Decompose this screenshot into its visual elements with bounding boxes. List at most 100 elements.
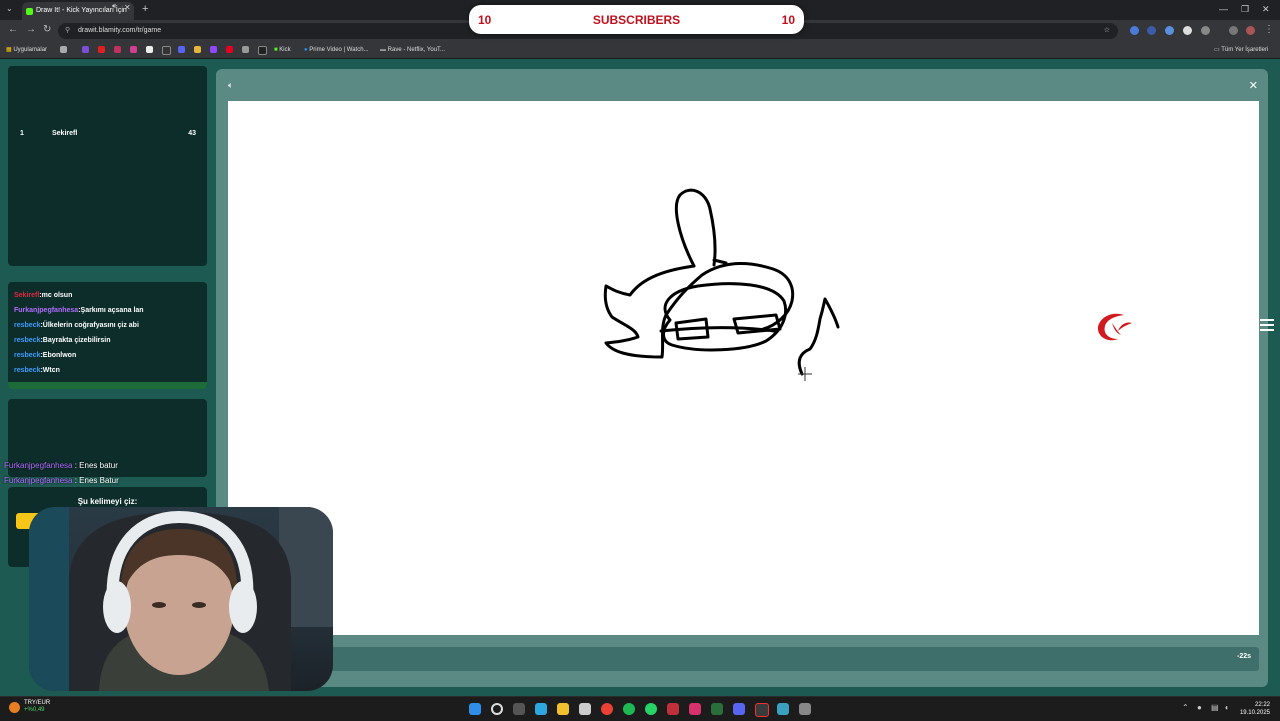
chat-text: :mc olsun — [39, 292, 73, 299]
minimize-icon[interactable]: — — [1219, 4, 1228, 14]
word-prompt: Şu kelimeyi çiz: — [77, 497, 138, 506]
start-icon[interactable] — [469, 703, 481, 715]
bookmark-icon[interactable] — [242, 46, 249, 53]
x-icon[interactable] — [146, 46, 153, 53]
tab-search-icon[interactable]: ⌄ — [6, 4, 13, 13]
youtube-icon[interactable] — [98, 46, 105, 53]
site-info-icon[interactable]: ⚲ — [65, 23, 70, 39]
weather-icon[interactable] — [9, 702, 20, 713]
instagram-icon[interactable] — [689, 703, 701, 715]
twitch-icon[interactable] — [210, 46, 217, 53]
menu-kebab-icon[interactable]: ⋮ — [1264, 24, 1274, 35]
file-explorer-icon[interactable] — [557, 703, 569, 715]
chat-text: : Enes Batur — [72, 476, 119, 485]
microphone-icon[interactable]: ● — [1197, 703, 1202, 712]
chat-input-bar[interactable] — [8, 382, 207, 389]
subscriber-count-right: 10 — [781, 13, 795, 27]
chat-username[interactable]: resbeck — [14, 322, 40, 329]
sidebar-icon[interactable] — [1229, 26, 1238, 35]
extension-icon[interactable] — [1130, 26, 1139, 35]
grid-icon[interactable] — [60, 46, 67, 53]
tiktok-icon[interactable] — [162, 46, 171, 55]
stream-chat-line: Furkanjpegfanhesa : Enes batur — [4, 461, 118, 470]
chat-text: :Ülkelerin coğrafyasını çiz abi — [40, 322, 139, 329]
discord-icon[interactable] — [733, 703, 745, 715]
extension-icon[interactable] — [1165, 26, 1174, 35]
app-icon[interactable] — [667, 703, 679, 715]
extensions-puzzle-icon[interactable] — [1201, 26, 1210, 35]
player-name: Sekirefl — [52, 130, 78, 137]
clock-time: 22:22 — [1254, 702, 1270, 708]
chat-message: resbeck:Ebonlwon — [14, 352, 76, 359]
bookmarks-bar: ▦ Uygulamalar ■ Kick ● Prime Video | Wat… — [0, 42, 1280, 59]
bookmark-icon[interactable] — [82, 46, 89, 53]
bookmark-kick[interactable]: ■ Kick — [274, 42, 291, 58]
bookmark-label: Uygulamalar — [13, 47, 48, 53]
whatsapp-icon[interactable] — [645, 703, 657, 715]
spotify-icon[interactable] — [623, 703, 635, 715]
chrome-icon[interactable] — [601, 703, 613, 715]
chat-username[interactable]: resbeck — [14, 337, 40, 344]
chat-text: :Bayrakta çizebilirsin — [40, 337, 111, 344]
bookmark-icon[interactable] — [114, 46, 121, 53]
tab-close-icon[interactable]: ✕ — [124, 3, 131, 12]
close-icon[interactable]: ✕ — [1249, 79, 1258, 92]
app-icon[interactable] — [755, 703, 769, 717]
settings-gear-icon[interactable] — [799, 703, 811, 715]
bookmark-rave[interactable]: ▬ Rave - Netflix, YouT... — [380, 42, 445, 58]
extension-icon[interactable] — [1183, 26, 1192, 35]
forward-icon[interactable]: → — [26, 24, 36, 35]
windows-taskbar: TRY/EUR +%0,49 ⌃ ● ▤ ◖ 22:22 19.10.2025 — [0, 696, 1280, 721]
active-tab[interactable]: Draw It! - Kick Yayıncıları İçin — [22, 2, 134, 20]
back-icon[interactable]: ← — [8, 24, 18, 35]
network-icon[interactable]: ▤ — [1211, 703, 1219, 712]
avatar[interactable] — [1246, 26, 1255, 35]
app-icon[interactable] — [777, 703, 789, 715]
chat-username[interactable]: Sekirefl — [14, 292, 39, 299]
timer-text: -22s — [1236, 653, 1251, 660]
chat-message: resbeck:Ülkelerin coğrafyasını çiz abi — [14, 322, 139, 329]
chat-username[interactable]: Furkanjpegfanhesa — [14, 307, 78, 314]
kick-favicon-icon — [26, 8, 33, 15]
clock-date: 19.10.2025 — [1239, 710, 1270, 716]
volume-icon[interactable]: ◖ — [1224, 703, 1229, 712]
store-icon[interactable] — [579, 703, 591, 715]
pinterest-icon[interactable] — [226, 46, 233, 53]
drawing-panel: 🔈︎ ✕ -22s — [216, 69, 1268, 687]
discord-icon[interactable] — [178, 46, 185, 53]
system-clock[interactable]: 22:22 19.10.2025 — [1240, 701, 1270, 717]
player-score: 43 — [188, 130, 196, 137]
stock-change: +%0,49 — [24, 707, 45, 713]
bookmark-icon[interactable] — [258, 46, 267, 55]
copilot-icon[interactable] — [535, 703, 547, 715]
chat-text: :Wtcn — [40, 367, 60, 374]
bookmark-all[interactable]: ▭ Tüm Yer İşaretleri — [1214, 42, 1268, 58]
sound-icon[interactable]: 🔈︎ — [228, 80, 233, 91]
chat-text: :Şarkımı açsana lan — [78, 307, 144, 314]
search-icon[interactable] — [491, 703, 503, 715]
speaker-icon[interactable]: 🔊︎ — [112, 3, 116, 11]
maximize-icon[interactable]: ❐ — [1241, 4, 1249, 15]
hamburger-menu-icon[interactable] — [1260, 319, 1274, 334]
timer-bar: -22s — [228, 647, 1259, 671]
window-close-icon[interactable]: ✕ — [1262, 4, 1270, 15]
chat-user: Furkanjpegfanhesa — [4, 461, 73, 470]
task-view-icon[interactable] — [513, 703, 525, 715]
reload-icon[interactable]: ↻ — [43, 24, 51, 35]
stock-widget[interactable]: TRY/EUR +%0,49 — [24, 700, 50, 714]
bookmark-icon[interactable] — [194, 46, 201, 53]
bookmark-star-icon[interactable]: ☆ — [1104, 23, 1110, 39]
extension-icon[interactable] — [1147, 26, 1156, 35]
chat-message: resbeck:Wtcn — [14, 367, 60, 374]
drawing-canvas[interactable] — [228, 101, 1259, 635]
bookmark-label: Tüm Yer İşaretleri — [1221, 47, 1269, 53]
bookmark-apps[interactable]: ▦ Uygulamalar — [6, 42, 47, 58]
xbox-icon[interactable] — [711, 703, 723, 715]
chat-username[interactable]: resbeck — [14, 367, 40, 374]
chat-username[interactable]: resbeck — [14, 352, 40, 359]
new-tab-icon[interactable]: + — [142, 3, 148, 15]
tray-chevron-icon[interactable]: ⌃ — [1182, 703, 1189, 712]
bookmark-prime[interactable]: ● Prime Video | Watch... — [304, 42, 369, 58]
instagram-icon[interactable] — [130, 46, 137, 53]
stock-name: TRY/EUR — [24, 700, 51, 706]
